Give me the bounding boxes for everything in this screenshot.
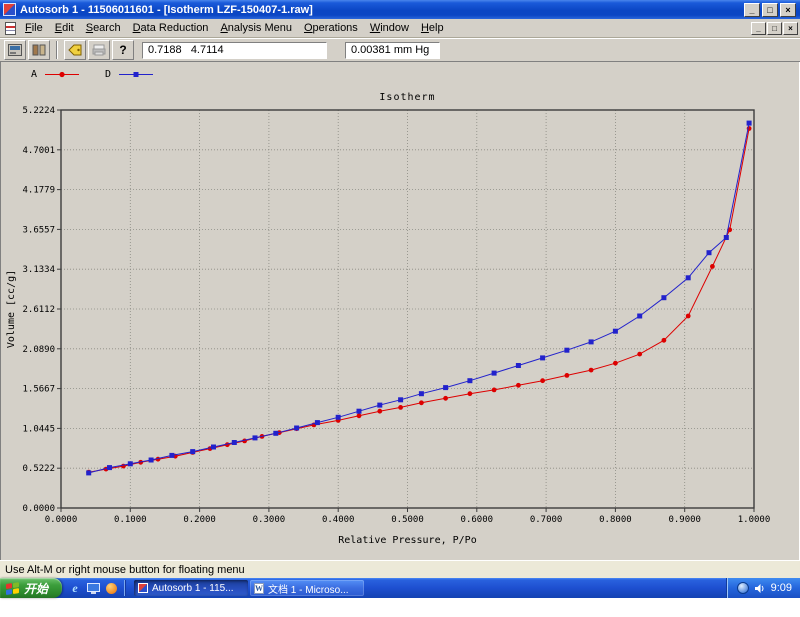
x-axis-title: Relative Pressure, P/Po xyxy=(338,535,476,546)
legend-marker-square xyxy=(119,72,154,77)
mdi-restore-button[interactable]: □ xyxy=(767,21,782,35)
maximize-button[interactable]: □ xyxy=(762,2,778,17)
menu-item-edit[interactable]: Edit xyxy=(49,20,80,36)
legend-item-a: A xyxy=(31,69,80,80)
svg-text:0.0000: 0.0000 xyxy=(22,504,55,514)
task-buttons: Autosorb 1 - 115... W 文档 1 - Microso... xyxy=(133,580,365,596)
svg-text:2.0890: 2.0890 xyxy=(22,345,55,355)
menu-item-data-reduction[interactable]: Data Reduction xyxy=(127,20,215,36)
menu-bar: File Edit Search Data Reduction Analysis Men… xyxy=(0,19,800,38)
quick-launch-separator xyxy=(124,580,126,596)
taskbar: 开始 e Autosorb 1 - 115... W 文档 1 - Microso.… xyxy=(0,578,800,598)
legend-marker-circle xyxy=(45,71,80,78)
menu-item-operations[interactable]: Operations xyxy=(298,20,364,36)
svg-text:3.6557: 3.6557 xyxy=(22,225,55,235)
document-icon[interactable] xyxy=(5,21,16,35)
orb-icon xyxy=(105,582,117,594)
series-a xyxy=(86,126,752,475)
minimize-button[interactable]: _ xyxy=(744,2,760,17)
svg-text:3.1334: 3.1334 xyxy=(22,265,55,275)
svg-text:4.7001: 4.7001 xyxy=(22,146,55,156)
svg-text:2.6112: 2.6112 xyxy=(22,305,55,315)
svg-text:0.1000: 0.1000 xyxy=(114,515,147,525)
y-axis-title: Volume [cc/g] xyxy=(6,270,17,348)
instrument-icon xyxy=(8,44,22,56)
mdi-window-controls: _ □ × xyxy=(751,21,798,35)
task-button-2[interactable]: W 文档 1 - Microso... xyxy=(250,580,365,596)
taskbar-clock: 9:09 xyxy=(770,582,792,594)
series-d xyxy=(86,120,752,476)
mdi-close-button[interactable]: × xyxy=(783,21,798,35)
start-button[interactable]: 开始 xyxy=(0,578,63,598)
svg-text:0.5222: 0.5222 xyxy=(22,464,55,474)
svg-text:0.3000: 0.3000 xyxy=(253,515,286,525)
desktop: Autosorb 1 - 11506011601 - [Isotherm LZF… xyxy=(0,0,800,617)
help-button[interactable]: ? xyxy=(112,40,134,60)
svg-text:0.6000: 0.6000 xyxy=(461,515,494,525)
print-button[interactable] xyxy=(88,40,110,60)
svg-text:0.9000: 0.9000 xyxy=(668,515,701,525)
svg-text:0.4000: 0.4000 xyxy=(322,515,355,525)
word-icon: W xyxy=(254,582,265,594)
tag-icon xyxy=(68,44,82,56)
chart-area: AD 0.0000 0.1000 0.2000 0.3000 0.4000 0.5000 0… xyxy=(0,62,800,560)
isotherm-chart: 0.0000 0.1000 0.2000 0.3000 0.4000 0.5000 0.60… xyxy=(6,92,770,546)
svg-text:0.2000: 0.2000 xyxy=(183,515,216,525)
toolbar-separator xyxy=(56,41,58,59)
legend-label: D xyxy=(105,69,112,80)
task-button-1[interactable]: Autosorb 1 - 115... xyxy=(134,580,249,596)
svg-text:0.8000: 0.8000 xyxy=(599,515,632,525)
svg-text:1.0000: 1.0000 xyxy=(738,515,771,525)
transfer-button[interactable] xyxy=(28,40,50,60)
menu-items: File Edit Search Data Reduction Analysis Men… xyxy=(19,20,450,36)
axes: 0.0000 0.1000 0.2000 0.3000 0.4000 0.5000 0.60… xyxy=(22,106,770,525)
instrument-button[interactable] xyxy=(4,40,26,60)
printer-icon xyxy=(92,44,106,56)
media-player-icon[interactable] xyxy=(104,581,118,595)
pressure-readout-field[interactable]: 0.00381 mm Hg xyxy=(345,41,440,59)
quick-launch: e xyxy=(62,580,133,596)
svg-text:1.5667: 1.5667 xyxy=(22,385,55,395)
svg-text:4.1779: 4.1779 xyxy=(22,186,55,196)
svg-text:5.2224: 5.2224 xyxy=(22,106,55,116)
system-tray: 9:09 xyxy=(726,578,800,598)
svg-text:0.0000: 0.0000 xyxy=(45,515,78,525)
window-title: Autosorb 1 - 11506011601 - [Isotherm LZF… xyxy=(20,3,313,16)
task-label: Autosorb 1 - 115... xyxy=(152,582,234,594)
toolbar: ? 0.7188 4.7114 0.00381 mm Hg xyxy=(0,38,800,62)
legend-item-d: D xyxy=(105,69,154,80)
gridlines xyxy=(60,109,755,509)
menu-item-search[interactable]: Search xyxy=(80,20,127,36)
title-bar: Autosorb 1 - 11506011601 - [Isotherm LZF… xyxy=(0,0,800,19)
autosorb-icon xyxy=(138,583,149,593)
svg-text:0.7000: 0.7000 xyxy=(530,515,563,525)
close-button[interactable]: × xyxy=(780,2,796,17)
tag-button[interactable] xyxy=(64,40,86,60)
chart-title: Isotherm xyxy=(379,92,435,103)
chart-legend: AD xyxy=(31,69,154,80)
menu-item-window[interactable]: Window xyxy=(364,20,415,36)
show-desktop-icon[interactable] xyxy=(86,581,100,595)
task-label: 文档 1 - Microso... xyxy=(268,584,349,596)
volume-icon[interactable] xyxy=(754,583,766,594)
windows-logo-icon xyxy=(6,581,20,596)
help-icon: ? xyxy=(119,43,127,57)
svg-text:0.5000: 0.5000 xyxy=(391,515,424,525)
status-text: Use Alt-M or right mouse button for floa… xyxy=(5,563,245,576)
ime-icon[interactable] xyxy=(736,582,749,594)
status-bar: Use Alt-M or right mouse button for floa… xyxy=(0,560,800,578)
menu-item-file[interactable]: File xyxy=(19,20,49,36)
legend-label: A xyxy=(31,69,38,80)
autosorb-app-icon[interactable] xyxy=(3,3,16,16)
menu-item-analysis-menu[interactable]: Analysis Menu xyxy=(214,20,298,36)
window-controls: _ □ × xyxy=(744,2,797,17)
internet-explorer-icon[interactable]: e xyxy=(68,581,82,595)
menu-item-help[interactable]: Help xyxy=(415,20,450,36)
svg-text:1.0445: 1.0445 xyxy=(22,424,55,434)
transfer-icon xyxy=(32,44,46,56)
cursor-readout-field[interactable]: 0.7188 4.7114 xyxy=(142,41,327,59)
mdi-minimize-button[interactable]: _ xyxy=(751,21,766,35)
desktop-monitor-icon xyxy=(86,582,100,594)
start-label: 开始 xyxy=(24,581,49,596)
